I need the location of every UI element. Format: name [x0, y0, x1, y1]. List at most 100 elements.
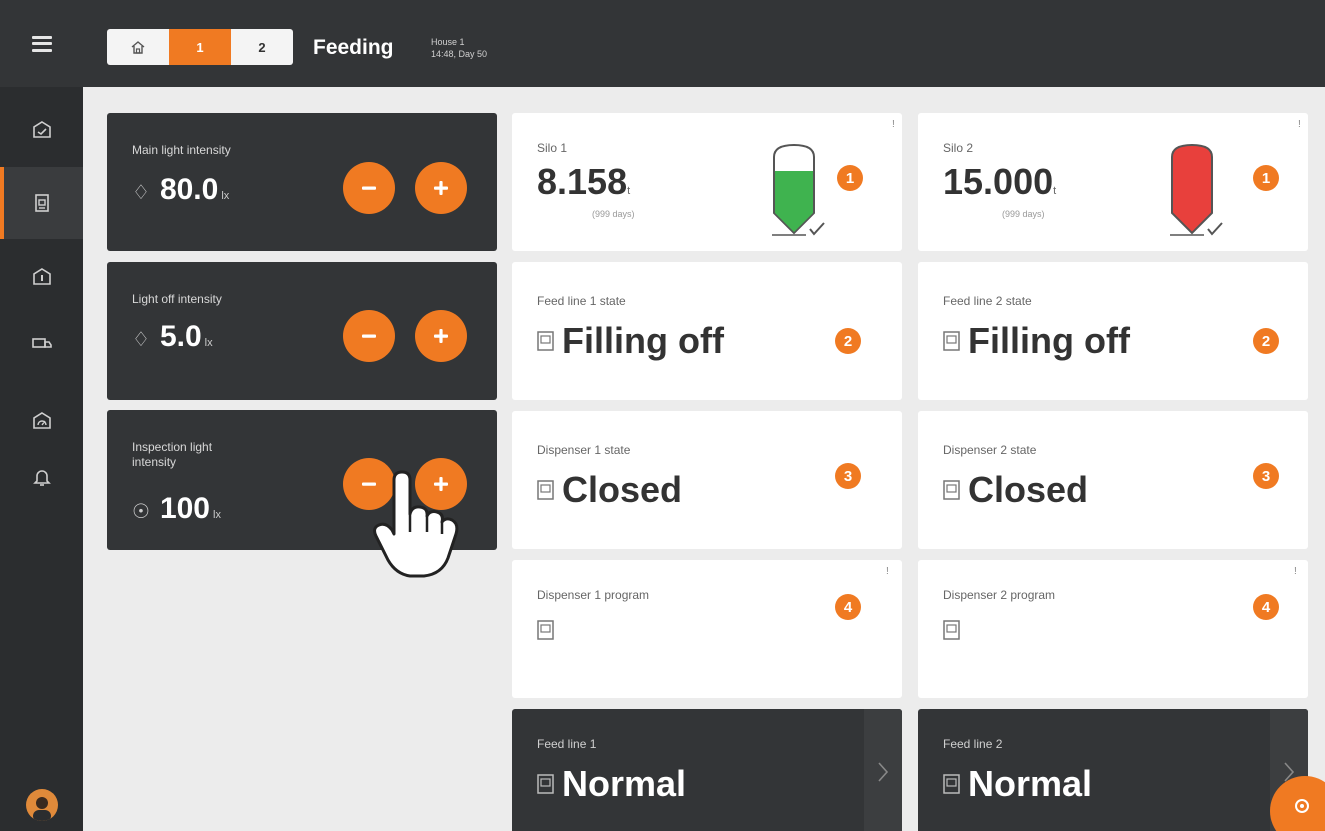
feed-line-1-state-card[interactable]: Feed line 1 state Filling off 2: [512, 262, 902, 400]
dispenser-1-program-card[interactable]: ! Dispenser 1 program 4: [512, 560, 902, 698]
menu-button[interactable]: [0, 0, 83, 87]
light-value-row: ☉ 100 lx: [132, 492, 221, 526]
main-light-increase-button[interactable]: [415, 162, 467, 214]
program-badge: 4: [835, 594, 861, 620]
light-off-decrease-button[interactable]: [343, 310, 395, 362]
light-unit: lx: [221, 190, 230, 202]
silo-value: 15.000: [943, 161, 1054, 202]
silo-badge: 1: [1253, 165, 1279, 191]
settings-icon: [1295, 799, 1309, 813]
light-value: 5.0: [159, 320, 202, 353]
top-bar: 1 2 Feeding House 1 14:48, Day 50: [0, 0, 1325, 87]
card-value: Normal: [968, 763, 1093, 804]
card-label: Dispenser 1 program: [537, 588, 650, 602]
light-label: Main light intensity: [132, 143, 231, 157]
card-value-row: Normal: [537, 763, 686, 805]
sidebar-item-dashboard[interactable]: [0, 102, 83, 158]
silo-value-row: 8.158t: [537, 161, 630, 203]
silo-label: Silo 1: [537, 141, 568, 155]
chevron-right-icon: [878, 762, 889, 782]
card-value: Filling off: [562, 320, 724, 361]
feed-line-2-card[interactable]: Feed line 2 Normal: [918, 709, 1308, 831]
document-icon: [537, 480, 554, 500]
state-badge: 2: [835, 328, 861, 354]
main-light-card: Main light intensity ♢ 80.0 lx: [107, 113, 497, 251]
document-icon: [943, 620, 960, 640]
tab-house-overview[interactable]: [107, 29, 169, 65]
light-unit: lx: [204, 337, 213, 349]
main-light-decrease-button[interactable]: [343, 162, 395, 214]
house-icon: [131, 40, 145, 54]
info-mark: !: [1298, 119, 1301, 130]
sidebar-item-transport[interactable]: [0, 315, 83, 371]
sidebar-item-feeding[interactable]: [0, 167, 83, 239]
silo-label: Silo 2: [943, 141, 974, 155]
feeding-icon: [34, 194, 49, 212]
card-value-row: Normal: [943, 763, 1092, 805]
minus-icon: [362, 186, 376, 190]
house-name: House 1: [431, 37, 465, 47]
plus-icon: [434, 181, 448, 195]
card-value-row: Closed: [943, 469, 1088, 511]
tab-house-1[interactable]: 1: [169, 29, 231, 65]
silo-badge: 1: [837, 165, 863, 191]
feed-line-1-card[interactable]: Feed line 1 Normal: [512, 709, 902, 831]
silo-green-icon: [772, 143, 825, 236]
state-badge: 2: [1253, 328, 1279, 354]
silo-days: (999 days): [1002, 209, 1045, 219]
light-label: Inspection light intensity: [132, 440, 213, 469]
sidebar-item-gauge[interactable]: [0, 393, 83, 449]
info-mark: !: [1294, 566, 1297, 577]
plus-icon: [434, 329, 448, 343]
card-value-row: Filling off: [943, 320, 1130, 362]
card-value: Filling off: [968, 320, 1130, 361]
dispenser-2-state-card[interactable]: Dispenser 2 state Closed 3: [918, 411, 1308, 549]
light-unit: lx: [213, 509, 221, 521]
silo-2-card[interactable]: ! Silo 2 15.000t (999 days) 1: [918, 113, 1308, 251]
silo-unit: t: [627, 185, 631, 197]
light-label: Light off intensity: [132, 292, 222, 306]
feed-line-2-state-card[interactable]: Feed line 2 state Filling off 2: [918, 262, 1308, 400]
bulb-icon: ♢: [132, 329, 150, 351]
house-tabs: 1 2: [107, 29, 293, 65]
light-off-increase-button[interactable]: [415, 310, 467, 362]
page-title: Feeding: [313, 36, 394, 59]
user-avatar[interactable]: [26, 789, 58, 821]
card-label: Dispenser 2 program: [943, 588, 1056, 602]
tab-house-2[interactable]: 2: [231, 29, 293, 65]
card-value-row: Closed: [537, 469, 682, 511]
feed-line-1-open-button[interactable]: [864, 709, 902, 831]
light-value: 100: [159, 492, 210, 525]
card-label: Feed line 1 state: [537, 294, 626, 308]
person-icon: [33, 797, 51, 821]
card-label: Feed line 1: [537, 737, 597, 751]
truck-icon: [31, 338, 52, 348]
dispenser-2-program-card[interactable]: ! Dispenser 2 program 4: [918, 560, 1308, 698]
document-icon: [537, 620, 554, 640]
document-icon: [537, 331, 554, 351]
sidebar: [0, 87, 83, 831]
silo-value: 8.158: [537, 161, 628, 202]
state-badge: 3: [1253, 463, 1279, 489]
info-mark: !: [886, 566, 889, 577]
house-info: House 1 14:48, Day 50: [431, 36, 487, 60]
silo-red-icon: [1170, 143, 1223, 236]
hand-cursor-icon: [373, 470, 459, 578]
dispenser-1-state-card[interactable]: Dispenser 1 state Closed 3: [512, 411, 902, 549]
card-value: Normal: [562, 763, 687, 804]
card-label: Feed line 2: [943, 737, 1003, 751]
bulb-icon: ♢: [132, 182, 150, 204]
document-icon: [943, 774, 960, 794]
light-value-row: ♢ 80.0 lx: [132, 173, 229, 207]
silo-value-row: 15.000t: [943, 161, 1056, 203]
sidebar-item-alarms[interactable]: [0, 449, 83, 505]
light-value-row: ♢ 5.0 lx: [132, 320, 213, 354]
dashboard-icon: [32, 121, 51, 138]
gauge-icon: [32, 412, 51, 429]
card-label: Feed line 2 state: [943, 294, 1032, 308]
sidebar-item-climate[interactable]: [0, 249, 83, 305]
silo-1-card[interactable]: ! Silo 1 8.158t (999 days) 1: [512, 113, 902, 251]
bell-icon: [32, 470, 51, 486]
card-label: Dispenser 2 state: [943, 443, 1037, 457]
document-icon: [943, 480, 960, 500]
